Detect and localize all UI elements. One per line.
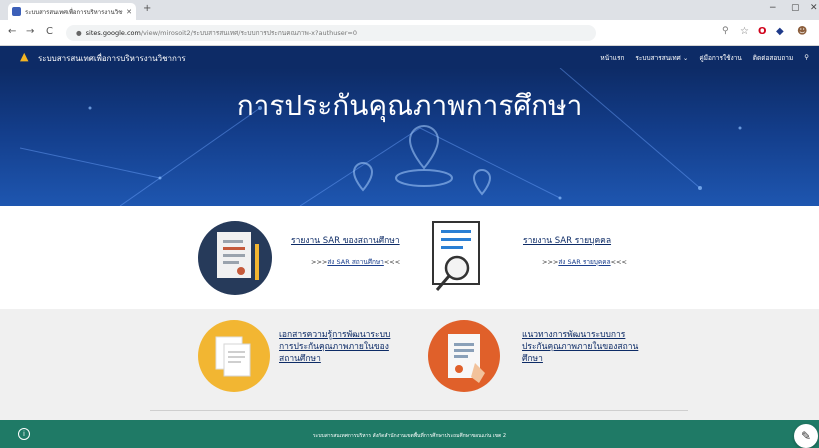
nav-item-contact[interactable]: ติดต่อสอบถาม [753,53,793,63]
site-title[interactable]: ระบบสารสนเทศเพื่อการบริหารงานวิชาการ [38,52,186,65]
edit-pencil-icon[interactable]: ✎ [794,424,818,448]
content-divider [150,410,688,411]
nav-item-home[interactable]: หน้าแรก [600,53,624,63]
address-bar-row: ← → C ● sites.google.com/view/mirosoit2/ร… [0,20,819,46]
site-footer: i ระบบสารสนเทศการบริหาร สังกัดสำนักงานเข… [0,420,819,448]
minimize-button[interactable]: − [769,3,777,13]
close-window-button[interactable]: ✕ [810,3,818,13]
sar-person-submit-link[interactable]: >>>ส่ง SAR รายบุคคล<<< [542,257,627,267]
documents-section: เอกสารความรู้การพัฒนาระบบการประกันคุณภาพ… [0,309,819,420]
zoom-icon[interactable]: ⚲ [722,26,729,36]
link-suffix: <<< [383,258,401,266]
sar-school-submit-label: ส่ง SAR สถานศึกษา [327,258,384,266]
sar-school-document-icon [198,221,272,295]
sar-person-title-link[interactable]: รายงาน SAR รายบุคคล [523,235,611,247]
sar-school-submit-link[interactable]: >>>ส่ง SAR สถานศึกษา<<< [311,257,400,267]
search-icon[interactable]: ⚲ [804,53,809,63]
maximize-button[interactable]: ▢ [791,3,800,13]
site-header: ▲ ระบบสารสนเทศเพื่อการบริหารงานวิชาการ ห… [0,46,819,68]
sar-section: รายงาน SAR ของสถานศึกษา >>>ส่ง SAR สถานศ… [0,206,819,309]
guideline-link[interactable]: แนวทางการพัฒนาระบบการประกันคุณภาพภายในขอ… [522,329,642,365]
link-suffix: <<< [610,258,627,266]
bookmark-star-icon[interactable]: ☆ [740,26,749,37]
url-path: /view/mirosoit2/ระบบสารสนเทศ/ระบบการประก… [140,29,358,37]
back-button[interactable]: ← [8,26,16,37]
knowledge-documents-link[interactable]: เอกสารความรู้การพัฒนาระบบการประกันคุณภาพ… [279,329,399,365]
lock-icon: ● [76,29,82,37]
profile-avatar-icon[interactable]: ☻ [797,26,807,37]
extension-icon[interactable]: ◆ [776,26,784,37]
opera-extension-icon[interactable]: O [758,26,767,37]
sar-school-title-link[interactable]: รายงาน SAR ของสถานศึกษา [291,235,400,247]
reload-button[interactable]: C [46,26,53,37]
guideline-document-icon [428,320,500,392]
sar-person-search-icon [432,221,480,291]
link-prefix: >>> [311,258,328,266]
site-nav-links: หน้าแรก ระบบสารสนเทศ ⌄ คู่มือการใช้งาน ต… [600,53,809,63]
sar-person-submit-label: ส่ง SAR รายบุคคล [558,258,611,266]
url-input[interactable]: ● sites.google.com/view/mirosoit2/ระบบสาร… [66,25,596,41]
browser-tab[interactable]: ระบบสารสนเทศเพื่อการบริหารงานวิชา ✕ [8,3,136,20]
link-prefix: >>> [542,258,559,266]
hero-banner: การประกันคุณภาพการศึกษา [0,68,819,206]
forward-button[interactable]: → [26,26,34,37]
close-tab-icon[interactable]: ✕ [126,8,132,16]
url-host: sites.google.com [85,29,141,37]
browser-tab-bar: ระบบสารสนเทศเพื่อการบริหารงานวิชา ✕ + − … [0,0,819,20]
nav-item-info-system[interactable]: ระบบสารสนเทศ ⌄ [635,53,688,63]
footer-text: ระบบสารสนเทศการบริหาร สังกัดสำนักงานเขตพ… [312,433,507,439]
site-favicon-icon [12,7,21,16]
tab-title: ระบบสารสนเทศเพื่อการบริหารงานวิชา [25,8,124,16]
nav-item-manual[interactable]: คู่มือการใช้งาน [699,53,741,63]
site-logo-icon: ▲ [20,50,29,63]
page-title: การประกันคุณภาพการศึกษา [236,89,583,122]
knowledge-documents-icon [198,320,270,392]
new-tab-button[interactable]: + [143,3,151,14]
